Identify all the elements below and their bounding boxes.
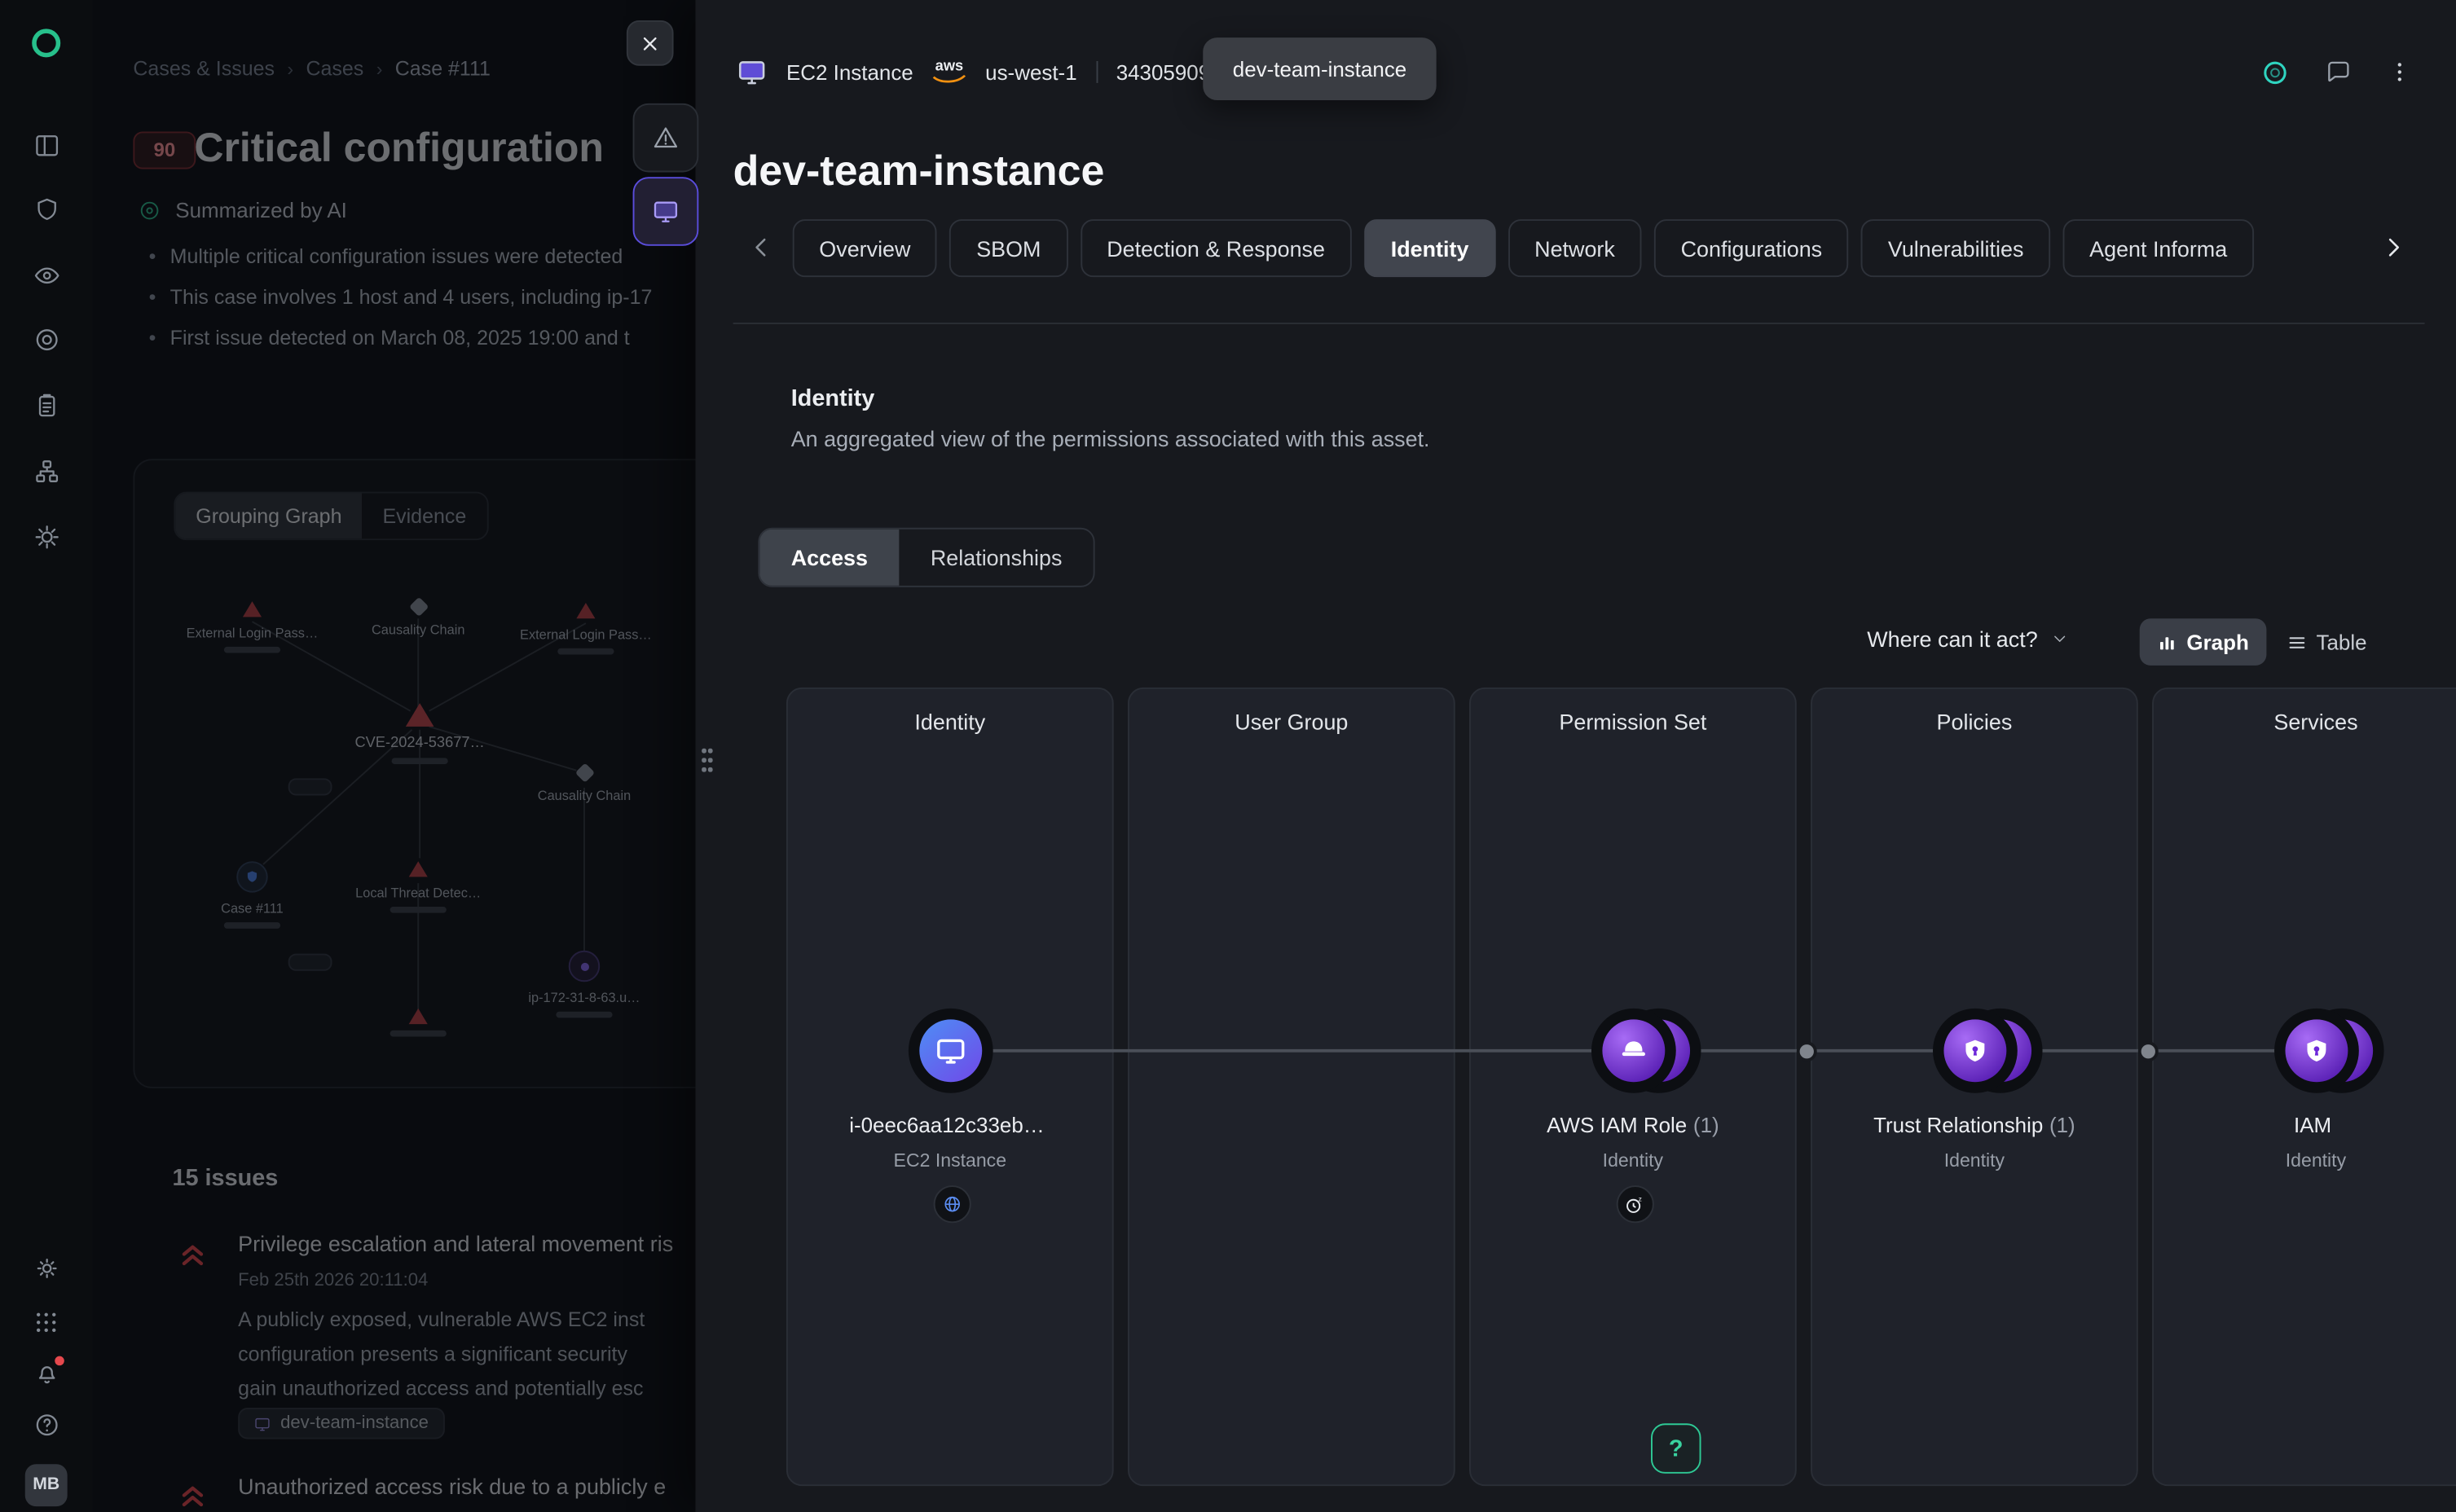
- notifications-bell-icon[interactable]: [21, 1350, 72, 1397]
- column-header: User Group: [1129, 689, 1454, 735]
- warning-triangle-icon: [652, 124, 680, 152]
- bar-chart-icon: [2157, 632, 2177, 653]
- svg-text:z: z: [1639, 1193, 1642, 1202]
- notification-dot: [54, 1356, 64, 1366]
- where-can-it-act-dropdown[interactable]: Where can it act?: [1867, 626, 2069, 652]
- identity-section-description: An aggregated view of the permissions as…: [791, 426, 1430, 451]
- apps-grid-icon[interactable]: [21, 1299, 72, 1346]
- node-label: AWS IAM Role(1): [1460, 1114, 1805, 1137]
- asset-detail-panel: EC2 Instance aws us-west-1 343059098… de…: [695, 0, 2456, 1512]
- chevron-down-icon: [2050, 630, 2069, 648]
- session-clock-badge[interactable]: z: [1616, 1185, 1653, 1223]
- aws-logo: aws: [932, 60, 966, 85]
- graph-view-label: Graph: [2186, 631, 2248, 654]
- aws-logo-text: aws: [935, 60, 964, 75]
- sidebar-item-visibility[interactable]: [21, 252, 72, 299]
- sidebar-item-security[interactable]: [21, 187, 72, 234]
- edge-connector-dot: [1797, 1041, 1817, 1061]
- feedback-chat-icon[interactable]: [2325, 58, 2353, 86]
- iam-role-hat-icon: [1616, 1034, 1650, 1068]
- tab-identity[interactable]: Identity: [1364, 219, 1495, 277]
- column-header: Permission Set: [1471, 689, 1795, 735]
- tab-detection-response[interactable]: Detection & Response: [1081, 219, 1352, 277]
- tab-vulnerabilities[interactable]: Vulnerabilities: [1861, 219, 2050, 277]
- scan-status-icon[interactable]: [2260, 57, 2291, 87]
- node-sublabel: EC2 Instance: [777, 1149, 1122, 1171]
- app-logo[interactable]: [21, 19, 72, 66]
- app-sidebar: MB: [0, 0, 92, 1512]
- toggle-access[interactable]: Access: [759, 530, 899, 586]
- edge-connector-dot: [2138, 1041, 2159, 1061]
- panel-side-tabs: [633, 103, 699, 246]
- tab-agent-information[interactable]: Agent Informa: [2062, 219, 2253, 277]
- close-panel-button[interactable]: [627, 20, 674, 66]
- graph-table-toggle: Graph Table: [2140, 618, 2384, 666]
- toggle-relationships[interactable]: Relationships: [899, 530, 1093, 586]
- table-view-label: Table: [2316, 631, 2366, 654]
- alerts-side-tab[interactable]: [633, 103, 699, 173]
- tabs-scroll-left-icon[interactable]: [746, 231, 777, 265]
- avatar-initials: MB: [25, 1463, 68, 1505]
- sidebar-item-inventory[interactable]: [21, 382, 72, 429]
- sidebar-item-threats[interactable]: [21, 513, 72, 560]
- tab-sbom[interactable]: SBOM: [950, 219, 1068, 277]
- toggle-graph-view[interactable]: Graph: [2140, 618, 2266, 666]
- asset-side-tab-active[interactable]: [633, 177, 699, 246]
- clock-icon: z: [1622, 1193, 1646, 1216]
- toggle-table-view[interactable]: Table: [2269, 618, 2384, 666]
- tab-overview[interactable]: Overview: [793, 219, 938, 277]
- tabs-divider: [733, 323, 2425, 324]
- column-header: Identity: [788, 689, 1112, 735]
- node-aws-iam-role[interactable]: [1591, 1009, 1675, 1093]
- node-label: Trust Relationship(1): [1802, 1114, 2146, 1137]
- monitor-icon: [652, 197, 680, 226]
- node-sublabel: Identity: [2144, 1149, 2456, 1171]
- monitor-icon: [933, 1034, 967, 1068]
- panel-header-actions: [2260, 51, 2412, 92]
- globe-icon: [940, 1193, 962, 1215]
- asset-title: dev-team-instance: [733, 147, 1105, 196]
- user-avatar[interactable]: MB: [21, 1461, 72, 1508]
- app-root: Cases & Issues › Cases › Case #111 90 Cr…: [0, 0, 2456, 1512]
- table-list-icon: [2287, 632, 2307, 653]
- node-trust-relationship[interactable]: [1932, 1009, 2017, 1093]
- node-label: i-0eec6aa12c33eb…: [777, 1114, 1122, 1137]
- tab-network[interactable]: Network: [1507, 219, 1641, 277]
- kebab-menu-icon[interactable]: [2387, 59, 2412, 85]
- sidebar-item-organization[interactable]: [21, 448, 72, 495]
- tab-configurations[interactable]: Configurations: [1654, 219, 1849, 277]
- panel-tab-bar: Overview SBOM Detection & Response Ident…: [793, 219, 2366, 277]
- settings-gear-icon[interactable]: [21, 1245, 72, 1292]
- asset-type-label: EC2 Instance: [786, 60, 913, 84]
- identity-section-heading: Identity: [791, 385, 875, 412]
- tabs-overflow-fade: [2262, 216, 2372, 282]
- help-button[interactable]: ?: [1651, 1423, 1701, 1474]
- sidebar-item-cases[interactable]: [21, 122, 72, 169]
- header-divider: [1096, 61, 1098, 83]
- panel-resize-handle[interactable]: [702, 749, 714, 777]
- modal-dim-overlay: [92, 0, 695, 1512]
- help-icon[interactable]: [21, 1401, 72, 1448]
- shield-keyhole-icon: [1957, 1034, 1992, 1068]
- shield-keyhole-icon: [2299, 1034, 2333, 1068]
- access-mode-toggle: Access Relationships: [758, 528, 1094, 587]
- panel-header: EC2 Instance aws us-west-1 343059098…: [736, 51, 1243, 92]
- node-sublabel: Identity: [1802, 1149, 2146, 1171]
- tooltip: dev-team-instance: [1203, 37, 1437, 100]
- column-header: Services: [2154, 689, 2456, 735]
- column-header: Policies: [1812, 689, 2137, 735]
- node-sublabel: Identity: [1460, 1149, 1805, 1171]
- tabs-scroll-right-icon[interactable]: [2378, 231, 2409, 265]
- region-label: us-west-1: [985, 60, 1076, 84]
- sidebar-item-detections[interactable]: [21, 316, 72, 363]
- node-label: IAM: [2144, 1114, 2456, 1137]
- monitor-icon: [736, 56, 767, 87]
- column-user-group: User Group: [1128, 688, 1455, 1486]
- act-filter-label: Where can it act?: [1867, 626, 2037, 652]
- node-iam-service[interactable]: [2273, 1009, 2358, 1093]
- internet-exposure-badge[interactable]: [933, 1185, 971, 1223]
- node-ec2-instance[interactable]: [908, 1009, 993, 1093]
